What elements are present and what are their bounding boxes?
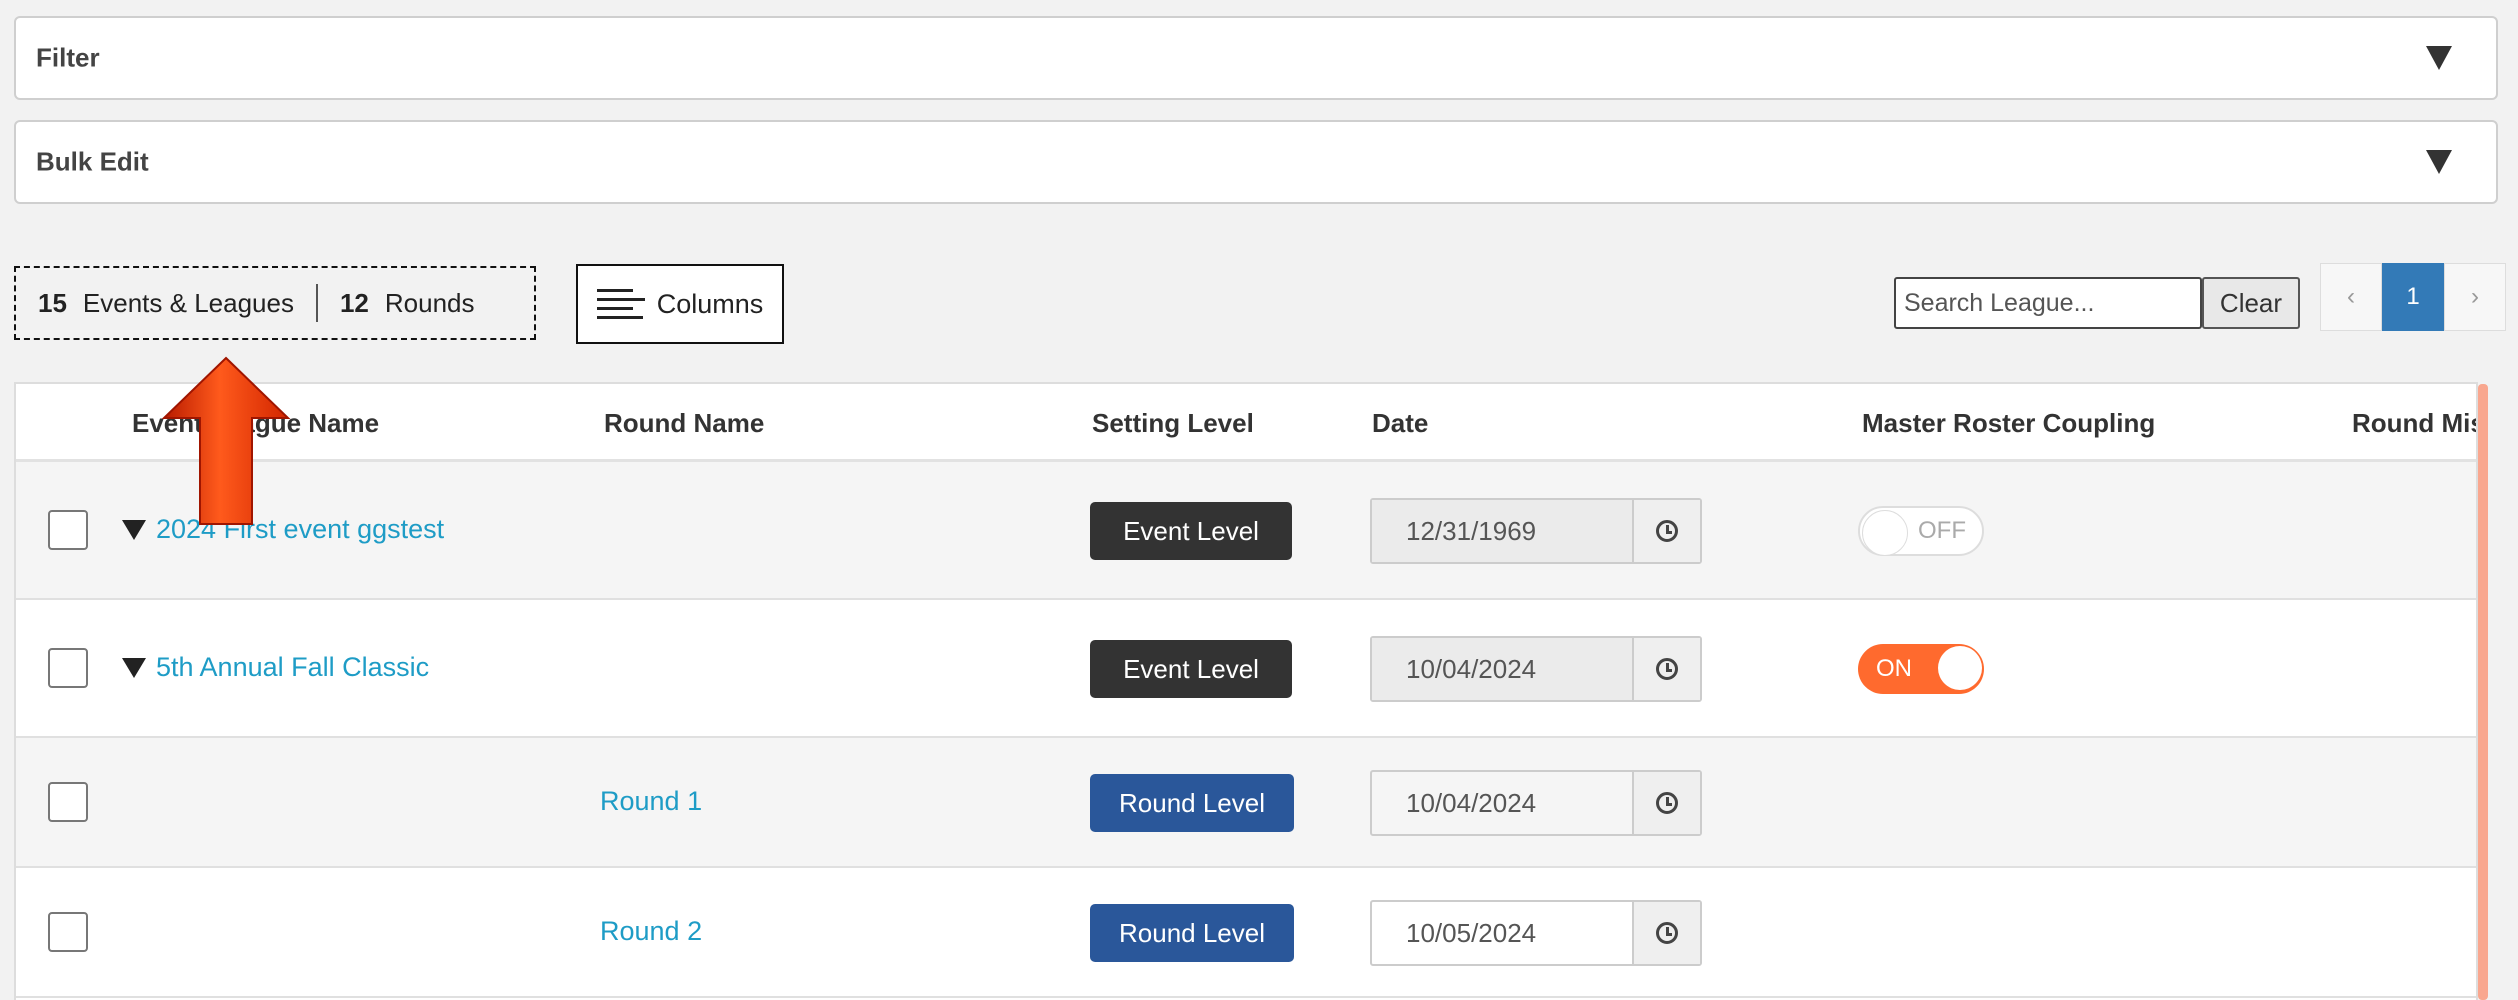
clock-icon — [1656, 520, 1678, 542]
caret-down-icon[interactable] — [122, 658, 146, 678]
date-field[interactable]: 10/04/2024 — [1370, 770, 1702, 836]
clock-button[interactable] — [1632, 638, 1700, 700]
date-value[interactable]: 10/04/2024 — [1372, 772, 1632, 834]
pagination-prev[interactable]: ‹ — [2320, 263, 2382, 331]
events-count: 15 Events & Leagues — [16, 288, 316, 319]
date-value: 12/31/1969 — [1372, 500, 1632, 562]
master-roster-toggle[interactable]: ON — [1858, 644, 1984, 694]
clock-button[interactable] — [1632, 772, 1700, 834]
columns-button[interactable]: Columns — [576, 264, 784, 344]
round-name-link[interactable]: Round 1 — [600, 786, 702, 817]
lines-icon — [596, 289, 645, 319]
table-row: Round 2 Round Level 10/05/2024 — [16, 868, 2476, 998]
search-league-input[interactable] — [1894, 277, 2202, 329]
events-count-number: 15 — [38, 287, 67, 318]
row-checkbox[interactable] — [48, 648, 88, 688]
toggle-label: ON — [1876, 655, 1912, 682]
date-field: 12/31/1969 — [1370, 498, 1702, 564]
pagination-page[interactable]: 1 — [2382, 263, 2444, 331]
clock-icon — [1656, 658, 1678, 680]
table-row: 2024 First event ggstest Event Level 12/… — [16, 462, 2476, 600]
columns-button-label: Columns — [656, 288, 764, 319]
table-header: Event/League Name Round Name Setting Lev… — [16, 384, 2476, 462]
setting-level-badge: Round Level — [1090, 904, 1294, 962]
events-count-label: Events & Leagues — [82, 287, 294, 318]
toggle-label: OFF — [1918, 517, 1966, 544]
bulk-edit-caret-icon[interactable] — [2426, 150, 2452, 174]
header-setting-level[interactable]: Setting Level — [1092, 408, 1254, 439]
date-field[interactable]: 10/05/2024 — [1370, 900, 1702, 966]
row-checkbox[interactable] — [48, 782, 88, 822]
counts-summary: 15 Events & Leagues 12 Rounds — [14, 266, 536, 340]
toggle-knob — [1862, 510, 1908, 556]
event-name-link[interactable]: 5th Annual Fall Classic — [156, 652, 429, 683]
header-date[interactable]: Date — [1372, 408, 1428, 439]
row-checkbox[interactable] — [48, 912, 88, 952]
caret-down-icon[interactable] — [122, 520, 146, 540]
date-field: 10/04/2024 — [1370, 636, 1702, 702]
header-master-roster-coupling[interactable]: Master Roster Coupling — [1862, 408, 2155, 439]
events-table: Event/League Name Round Name Setting Lev… — [14, 382, 2478, 1000]
setting-level-badge: Event Level — [1090, 502, 1292, 560]
date-value[interactable]: 10/05/2024 — [1372, 902, 1632, 964]
rounds-count-label: Rounds — [384, 287, 475, 318]
rounds-count: 12 Rounds — [318, 288, 497, 319]
setting-level-badge: Round Level — [1090, 774, 1294, 832]
pagination: ‹ 1 › — [2320, 263, 2506, 331]
toggle-knob — [1938, 646, 1982, 690]
master-roster-toggle[interactable]: OFF — [1858, 506, 1984, 556]
header-round-mis[interactable]: Round Mis — [2352, 408, 2476, 439]
vertical-scrollbar[interactable] — [2478, 384, 2488, 1000]
setting-level-badge: Event Level — [1090, 640, 1292, 698]
pagination-next[interactable]: › — [2444, 263, 2506, 331]
date-value: 10/04/2024 — [1372, 638, 1632, 700]
round-name-link[interactable]: Round 2 — [600, 916, 702, 947]
filter-caret-icon[interactable] — [2426, 46, 2452, 70]
table-row: 5th Annual Fall Classic Event Level 10/0… — [16, 600, 2476, 738]
bulk-edit-title: Bulk Edit — [36, 146, 149, 177]
clear-button[interactable]: Clear — [2202, 277, 2300, 329]
bulk-edit-panel[interactable]: Bulk Edit — [14, 120, 2498, 204]
rounds-count-number: 12 — [339, 287, 369, 318]
table-row: Round 1 Round Level 10/04/2024 — [16, 738, 2476, 868]
clock-icon — [1656, 792, 1678, 814]
red-up-arrow-icon — [161, 356, 291, 525]
clock-button[interactable] — [1632, 902, 1700, 964]
filter-title: Filter — [36, 42, 100, 73]
row-checkbox[interactable] — [48, 510, 88, 550]
clock-button[interactable] — [1632, 500, 1700, 562]
header-round-name[interactable]: Round Name — [604, 408, 764, 439]
filter-panel[interactable]: Filter — [14, 16, 2498, 100]
clock-icon — [1656, 922, 1678, 944]
